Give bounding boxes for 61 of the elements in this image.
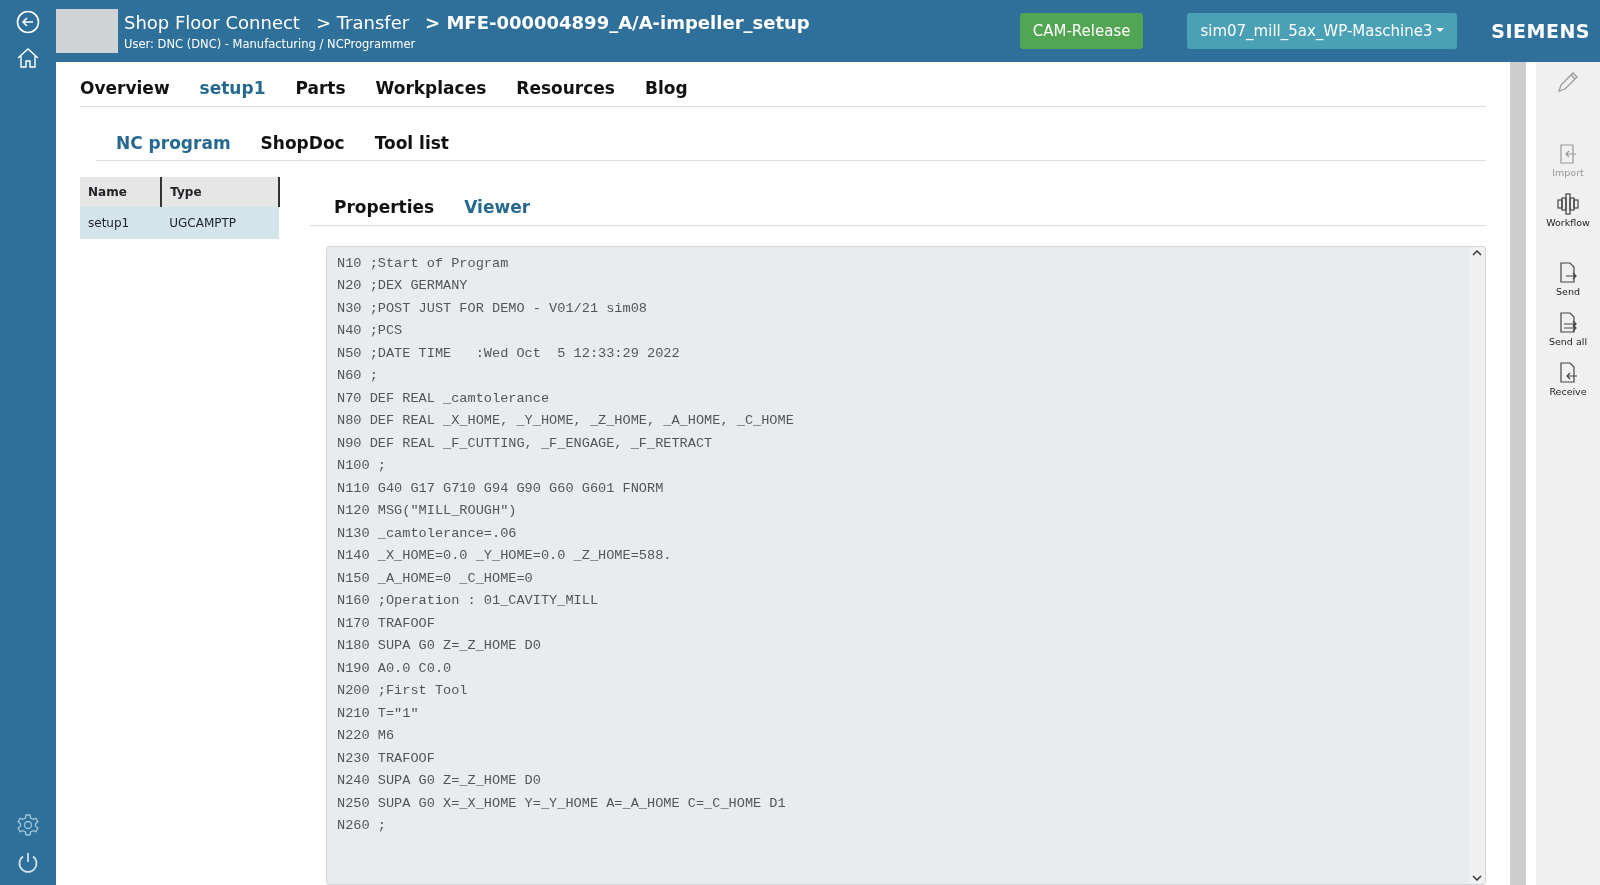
code-line: N90 DEF REAL _F_CUTTING, _F_ENGAGE, _F_RETRACT bbox=[337, 434, 714, 453]
user-info: User: DNC (DNC) - Manufacturing / NCProgrammer bbox=[124, 35, 417, 53]
column-header[interactable]: Name bbox=[80, 177, 162, 207]
tab[interactable]: NC program bbox=[116, 130, 231, 156]
code-line: N30 ;POST JUST FOR DEMO - V01/21 sim08 bbox=[337, 299, 648, 318]
table-cell: UGCAMPTP bbox=[161, 207, 279, 239]
code-line: N260 ; bbox=[337, 817, 387, 835]
scroll-down-icon[interactable] bbox=[1472, 874, 1482, 882]
code-line: N10 ;Start of Program bbox=[337, 254, 510, 273]
code-line: N40 ;PCS bbox=[337, 322, 404, 340]
side-action-button[interactable]: Receive bbox=[1549, 361, 1587, 400]
code-line: N210 T="1" bbox=[337, 704, 420, 723]
code-line: N170 TRAFOOF bbox=[337, 614, 436, 633]
code-line: N180 SUPA G0 Z=_Z_HOME D0 bbox=[337, 637, 542, 655]
side-action-button[interactable]: Send bbox=[1556, 260, 1580, 299]
app-title: Shop Floor Connect bbox=[124, 10, 300, 35]
code-line: N250 SUPA G0 X=_X_HOME Y=_Y_HOME A=_A_HOME C=_C_HOME D1 bbox=[337, 794, 787, 813]
side-action-button[interactable]: Send all bbox=[1548, 310, 1587, 349]
settings-icon[interactable] bbox=[16, 813, 40, 837]
code-line: N50 ;DATE TIME :Wed Oct 5 12:33:29 2022 bbox=[337, 344, 681, 363]
code-line: N100 ; bbox=[337, 457, 387, 475]
tab[interactable]: Workplaces bbox=[375, 76, 487, 102]
code-line: N110 G40 G17 G710 G94 G90 G60 G601 FNORM bbox=[337, 479, 665, 498]
brand-logo: SIEMENS bbox=[1491, 18, 1590, 44]
home-icon[interactable] bbox=[16, 46, 40, 70]
page-scrollbar[interactable] bbox=[1510, 62, 1526, 885]
power-icon[interactable] bbox=[16, 851, 40, 875]
code-line: N80 DEF REAL _X_HOME, _Y_HOME, _Z_HOME, _A_HOME, _C_HOME bbox=[337, 412, 795, 430]
tab[interactable]: Parts bbox=[295, 76, 346, 102]
code-line: N140 _X_HOME=0.0 _Y_HOME=0.0 _Z_HOME=588. bbox=[337, 547, 673, 565]
part-thumbnail bbox=[56, 9, 118, 53]
tab[interactable]: Viewer bbox=[464, 195, 531, 221]
code-line: N20 ;DEX GERMANY bbox=[337, 277, 469, 295]
column-header[interactable]: Type bbox=[161, 177, 279, 207]
scroll-up-icon[interactable] bbox=[1472, 248, 1482, 257]
scrollbar[interactable] bbox=[1469, 246, 1485, 884]
tab[interactable]: Overview bbox=[80, 76, 170, 102]
code-line: N230 TRAFOOF bbox=[337, 749, 436, 768]
code-line: N70 DEF REAL _camtolerance bbox=[337, 389, 551, 408]
tab[interactable]: Resources bbox=[516, 76, 615, 102]
tab[interactable]: setup1 bbox=[199, 76, 266, 102]
code-line: N240 SUPA G0 Z=_Z_HOME D0 bbox=[337, 772, 542, 790]
breadcrumb-item[interactable]: > MFE-000004899_A/A-impeller_setup bbox=[425, 8, 810, 36]
code-line: N120 MSG("MILL_ROUGH") bbox=[337, 502, 518, 520]
tab[interactable]: Blog bbox=[644, 76, 688, 102]
code-line: N220 M6 bbox=[337, 727, 396, 745]
code-line: N160 ;Operation : 01_CAVITY_MILL bbox=[337, 592, 600, 610]
code-line: N200 ;First Tool bbox=[337, 682, 469, 700]
table-cell: setup1 bbox=[80, 207, 162, 239]
back-icon[interactable] bbox=[16, 10, 40, 34]
tab[interactable]: ShopDoc bbox=[260, 130, 345, 156]
pencil-icon[interactable] bbox=[1556, 70, 1580, 94]
tab[interactable]: Properties bbox=[334, 195, 435, 221]
code-line: N150 _A_HOME=0 _C_HOME=0 bbox=[337, 569, 534, 588]
side-action-button[interactable]: Workflow bbox=[1546, 192, 1590, 231]
code-line: N60 ; bbox=[337, 367, 379, 385]
workflow-icon bbox=[1556, 192, 1580, 217]
code-line: N190 A0.0 C0.0 bbox=[337, 659, 453, 678]
tab[interactable]: Tool list bbox=[374, 130, 449, 156]
breadcrumb-item[interactable]: > Transfer bbox=[315, 8, 410, 36]
code-line: N130 _camtolerance=.06 bbox=[337, 524, 518, 543]
